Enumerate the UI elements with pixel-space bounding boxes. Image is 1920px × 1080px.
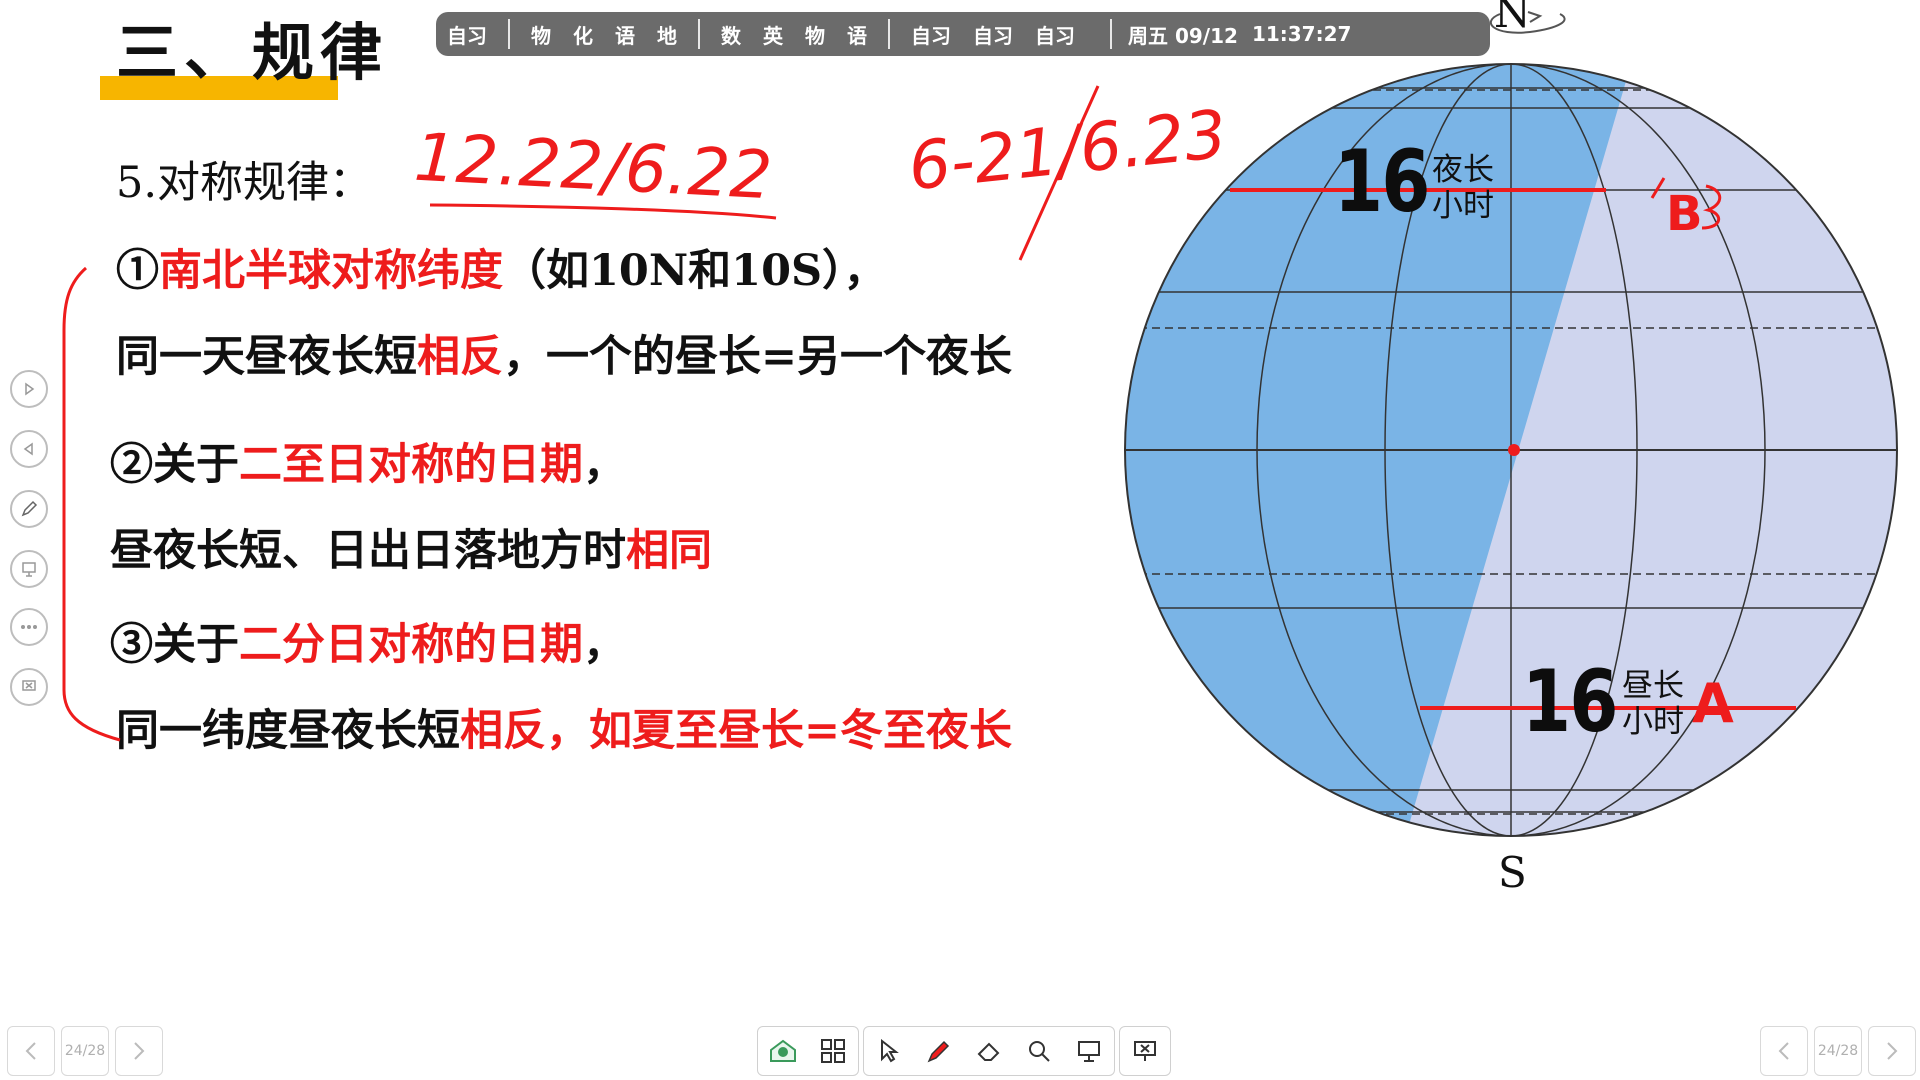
grid-icon [821,1039,845,1063]
select-tool-button[interactable] [864,1027,914,1075]
play-icon [25,382,35,396]
projector-icon [1078,1041,1100,1062]
projector-tool-button[interactable] [1064,1027,1114,1075]
chevron-left-icon [1778,1042,1789,1060]
back-button[interactable] [10,430,48,468]
search-tool-button[interactable] [1014,1027,1064,1075]
prev-page-button-right[interactable] [1760,1026,1808,1076]
upper-label-line-2: 小时 [1432,188,1494,224]
lower-label-line-1: 昼长 [1622,668,1684,704]
prev-page-button-left[interactable] [7,1026,55,1076]
north-label: N [1494,0,1531,37]
chevron-right-icon [134,1042,145,1060]
page-indicator-left: 24/28 [61,1026,109,1076]
play-button[interactable] [10,370,48,408]
eraser-icon [977,1042,1000,1061]
more-icon [21,625,37,629]
pen-tool-button[interactable] [914,1027,964,1075]
next-page-button-left[interactable] [115,1026,163,1076]
exit-presentation-button[interactable] [1120,1027,1170,1075]
lower-label: 昼长 小时 [1622,668,1684,740]
pen-icon [927,1040,950,1063]
toolbar-group-apps [757,1026,859,1076]
whiteboard-icon [770,1039,796,1062]
mark-b: B [1666,186,1703,242]
chevron-left-icon [25,1042,36,1060]
bottom-toolbar [757,1026,1175,1076]
upper-label-line-1: 夜长 [1432,152,1494,188]
south-label: S [1498,848,1527,897]
close-screen-icon [22,680,36,691]
screen-icon [22,562,36,577]
mark-a: A [1692,672,1734,735]
annotate-button[interactable] [10,490,48,528]
more-button[interactable] [10,608,48,646]
next-page-button-right[interactable] [1868,1026,1916,1076]
pen-icon [21,500,38,517]
screen-tools-button[interactable] [10,550,48,588]
upper-label: 夜长 小时 [1432,152,1494,224]
exit-screen-button[interactable] [10,668,48,706]
apps-button[interactable] [808,1027,858,1075]
globe-diagram [1124,11,1898,837]
eraser-tool-button[interactable] [964,1027,1014,1075]
upper-value: 16 [1334,132,1430,232]
whiteboard-button[interactable] [758,1027,808,1075]
back-icon [23,442,33,456]
toolbar-group-exit [1119,1026,1171,1076]
chevron-right-icon [1887,1042,1898,1060]
center-dot [1508,444,1520,456]
exit-icon [1134,1041,1156,1061]
search-icon [1029,1041,1050,1062]
page-indicator-right: 24/28 [1814,1026,1862,1076]
toolbar-group-tools [863,1026,1115,1076]
lower-label-line-2: 小时 [1622,704,1684,740]
lower-value: 16 [1522,652,1618,752]
pointer-icon [881,1039,899,1063]
